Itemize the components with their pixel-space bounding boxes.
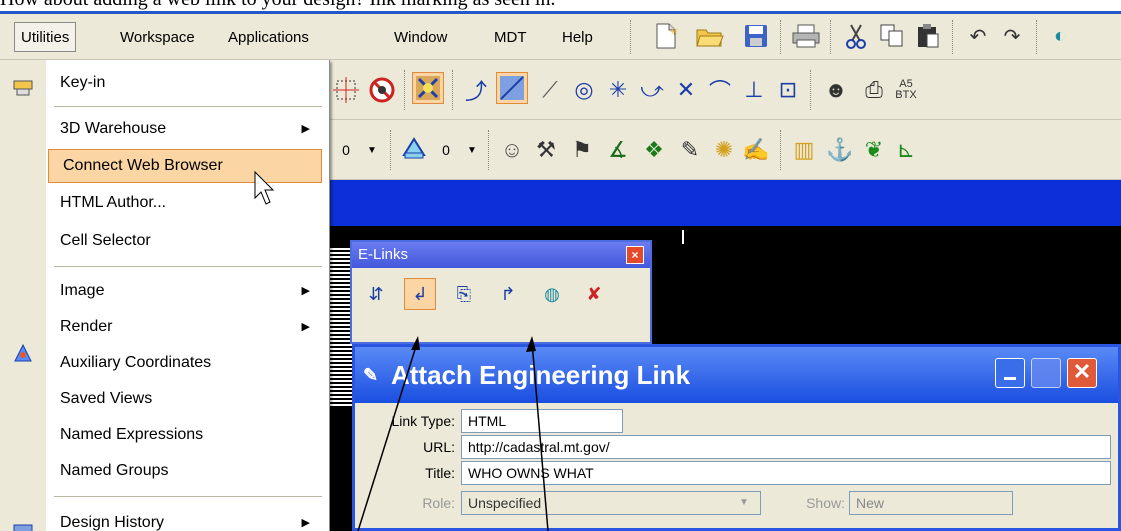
annotation-arrow-right — [526, 336, 549, 531]
mouse-pointer-icon — [254, 170, 275, 205]
annotation-arrow-left — [357, 336, 420, 531]
annotation-overlay — [254, 170, 549, 531]
screenshot-root: How about adding a web link to your desi… — [0, 0, 1121, 531]
